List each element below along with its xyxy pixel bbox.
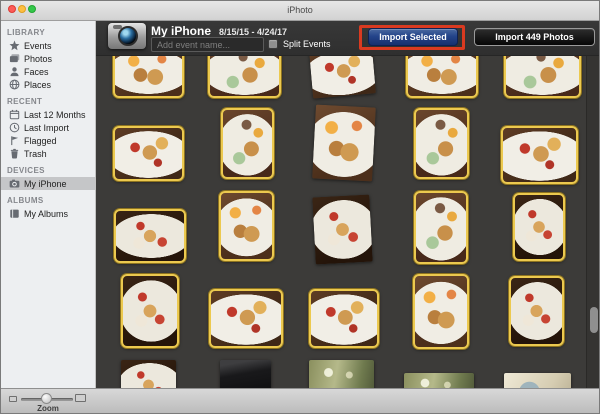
split-events-checkbox[interactable] — [268, 39, 278, 49]
photo-thumbnail[interactable] — [309, 360, 374, 390]
flag-icon — [9, 135, 20, 146]
photo-thumbnail[interactable] — [219, 191, 274, 261]
album-icon — [9, 208, 20, 219]
sidebar-section-albums: ALBUMS My Albums — [1, 196, 95, 220]
camera-icon — [108, 23, 146, 49]
sidebar-section-devices: DEVICES My iPhone — [1, 166, 95, 190]
photo-grid — [96, 56, 586, 390]
sidebar-section-header: ALBUMS — [7, 196, 44, 205]
sidebar-item-label: Last 12 Months — [24, 109, 86, 120]
sidebar-item-label: My iPhone — [24, 178, 67, 189]
trash-icon — [9, 148, 20, 159]
places-icon — [9, 79, 20, 90]
photo-thumbnail[interactable] — [113, 126, 184, 181]
import-selected-button[interactable]: Import Selected — [368, 28, 458, 46]
photo-thumbnail[interactable] — [513, 193, 565, 261]
sidebar-section-library: LIBRARY Events Photos Faces Places — [1, 28, 95, 91]
device-title: My iPhone — [151, 24, 212, 38]
sidebar-item-last-import[interactable]: Last Import — [1, 121, 95, 134]
import-all-button[interactable]: Import 449 Photos — [474, 28, 595, 46]
titlebar: iPhoto — [1, 1, 599, 21]
sidebar-sections: LIBRARY Events Photos Faces Places RECENT Last… — [1, 28, 95, 220]
sidebar-item-flagged[interactable]: Flagged — [1, 134, 95, 147]
sidebar-item-last-12-months[interactable]: Last 12 Months — [1, 108, 95, 121]
sidebar-section-header: RECENT — [7, 97, 43, 106]
zoom-label: Zoom — [37, 404, 59, 413]
photo-thumbnail[interactable] — [312, 194, 373, 265]
photo-thumbnail[interactable] — [312, 104, 376, 182]
photo-thumbnail[interactable] — [113, 56, 184, 98]
calendar-icon — [9, 109, 20, 120]
sidebar-item-label: My Albums — [24, 208, 69, 219]
sidebar-item-my-albums[interactable]: My Albums — [1, 207, 95, 220]
window-title: iPhoto — [287, 5, 313, 15]
photo-thumbnail[interactable] — [309, 289, 379, 348]
faces-icon — [9, 66, 20, 77]
event-name-input[interactable] — [151, 37, 264, 52]
iphoto-window: iPhoto LIBRARY Events Photos Faces Places REC… — [0, 0, 600, 414]
photo-thumbnail[interactable] — [504, 56, 581, 98]
photo-thumbnail[interactable] — [114, 209, 186, 263]
device-header: My iPhone 8/15/15 - 4/24/17 Split Events… — [96, 21, 599, 56]
events-icon — [9, 40, 20, 51]
main-area: My iPhone 8/15/15 - 4/24/17 Split Events… — [96, 21, 599, 390]
sidebar-item-label: Events — [24, 40, 52, 51]
sidebar-section-header: LIBRARY — [7, 28, 46, 37]
sidebar-item-label: Photos — [24, 53, 53, 64]
photo-thumbnail[interactable] — [121, 274, 179, 348]
date-range: 8/15/15 - 4/24/17 — [219, 27, 288, 37]
bottom-toolbar: Zoom — [1, 388, 599, 413]
camera-lens — [118, 26, 138, 46]
photo-thumbnail[interactable] — [220, 360, 271, 390]
scrollbar-track[interactable] — [586, 56, 599, 390]
sidebar-item-label: Trash — [24, 148, 47, 159]
photos-icon — [9, 53, 20, 64]
sidebar-item-faces[interactable]: Faces — [1, 65, 95, 78]
zoom-slider-thumb[interactable] — [41, 393, 52, 404]
split-events-label: Split Events — [283, 39, 331, 49]
photo-thumbnail[interactable] — [209, 289, 283, 348]
sidebar-item-label: Flagged — [24, 135, 57, 146]
clock-icon — [9, 122, 20, 133]
zoom-in-photo-icon — [75, 394, 86, 402]
device-camera-icon — [9, 178, 20, 189]
scrollbar-thumb[interactable] — [590, 307, 598, 333]
sidebar-item-label: Places — [24, 79, 52, 90]
sidebar-section-header: DEVICES — [7, 166, 45, 175]
photo-thumbnail[interactable] — [414, 191, 468, 264]
zoom-out-photo-icon — [9, 396, 17, 402]
photo-thumbnail[interactable] — [501, 126, 578, 184]
sidebar-item-label: Faces — [24, 66, 49, 77]
photo-thumbnail[interactable] — [309, 56, 376, 99]
photo-thumbnail[interactable] — [413, 274, 469, 349]
sidebar-item-label: Last Import — [24, 122, 70, 133]
photo-thumbnail[interactable] — [414, 108, 469, 179]
sidebar-section-recent: RECENT Last 12 Months Last Import Flagged Tr… — [1, 97, 95, 160]
photo-thumbnail[interactable] — [406, 56, 478, 98]
sidebar-item-places[interactable]: Places — [1, 78, 95, 91]
sidebar-item-trash[interactable]: Trash — [1, 147, 95, 160]
sidebar-item-my-iphone[interactable]: My iPhone — [1, 177, 95, 190]
photo-thumbnail[interactable] — [208, 56, 281, 98]
sidebar-item-events[interactable]: Events — [1, 39, 95, 52]
photo-thumbnail[interactable] — [221, 108, 274, 179]
photo-thumbnail[interactable] — [509, 276, 564, 346]
sidebar: LIBRARY Events Photos Faces Places RECENT Last… — [1, 21, 96, 388]
photo-thumbnail[interactable] — [121, 360, 176, 390]
sidebar-item-photos[interactable]: Photos — [1, 52, 95, 65]
